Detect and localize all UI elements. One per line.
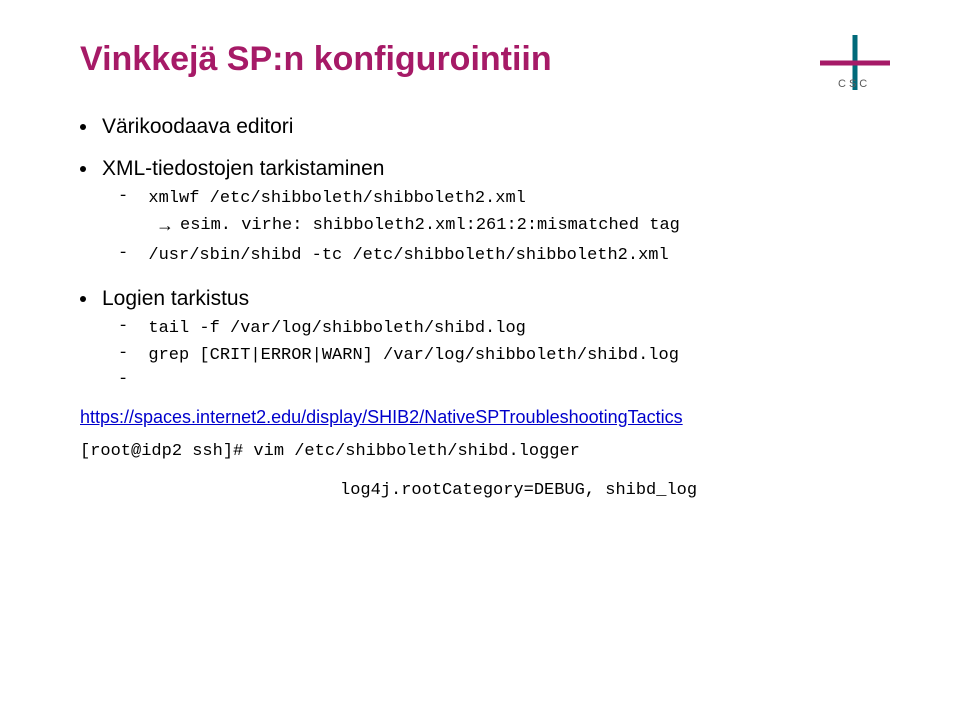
bullet-text: Logien tarkistus: [102, 287, 249, 311]
sub-list: - xmlwf /etc/shibboleth/shibboleth2.xml: [118, 187, 880, 212]
code-text: esim. virhe: shibboleth2.xml:261:2:misma…: [180, 214, 680, 239]
dash-icon: -: [118, 344, 138, 363]
sub-list: - tail -f /var/log/shibboleth/shibd.log …: [118, 317, 880, 389]
bullet-text: Värikoodaava editori: [102, 115, 293, 139]
code-block: [root@idp2 ssh]# vim /etc/shibboleth/shi…: [80, 440, 880, 503]
dash-icon: -: [118, 370, 128, 389]
csc-logo: CSC: [810, 35, 900, 105]
dash-icon: -: [118, 317, 138, 336]
code-text: tail -f /var/log/shibboleth/shibd.log: [148, 317, 525, 342]
arrow-right-icon: →: [156, 215, 174, 236]
dash-icon: -: [118, 244, 138, 263]
bullet-item: XML-tiedostojen tarkistaminen - xmlwf /e…: [80, 157, 880, 269]
sub-item: - grep [CRIT|ERROR|WARN] /var/log/shibbo…: [118, 344, 880, 369]
code-text: grep [CRIT|ERROR|WARN] /var/log/shibbole…: [148, 344, 679, 369]
page-title: Vinkkejä SP:n konfigurointiin: [80, 40, 880, 79]
sub-item: -: [118, 370, 880, 389]
link-row: https://spaces.internet2.edu/display/SHI…: [80, 407, 880, 428]
code-line: [root@idp2 ssh]# vim /etc/shibboleth/shi…: [80, 440, 880, 465]
bullet-dot-icon: [80, 166, 86, 172]
code-text: /usr/sbin/shibd -tc /etc/shibboleth/shib…: [148, 244, 668, 269]
code-line: log4j.rootCategory=DEBUG, shibd_log: [340, 479, 880, 504]
code-text: xmlwf /etc/shibboleth/shibboleth2.xml: [148, 187, 525, 212]
slide: CSC Vinkkejä SP:n konfigurointiin Väriko…: [0, 0, 960, 720]
sub-item: - tail -f /var/log/shibboleth/shibd.log: [118, 317, 880, 342]
troubleshooting-link[interactable]: https://spaces.internet2.edu/display/SHI…: [80, 407, 683, 427]
bullet-dot-icon: [80, 124, 86, 130]
bullet-list: Värikoodaava editori XML-tiedostojen tar…: [80, 115, 880, 389]
sub-item: - xmlwf /etc/shibboleth/shibboleth2.xml: [118, 187, 880, 212]
bullet-item: Logien tarkistus - tail -f /var/log/shib…: [80, 287, 880, 389]
dash-icon: -: [118, 187, 138, 206]
bullet-text: XML-tiedostojen tarkistaminen: [102, 157, 384, 181]
bullet-dot-icon: [80, 296, 86, 302]
svg-text:CSC: CSC: [838, 78, 870, 90]
sub-item: - /usr/sbin/shibd -tc /etc/shibboleth/sh…: [118, 244, 880, 269]
sub-list: - /usr/sbin/shibd -tc /etc/shibboleth/sh…: [118, 244, 880, 269]
bullet-item: Värikoodaava editori: [80, 115, 880, 139]
error-example-line: → esim. virhe: shibboleth2.xml:261:2:mis…: [156, 214, 880, 239]
